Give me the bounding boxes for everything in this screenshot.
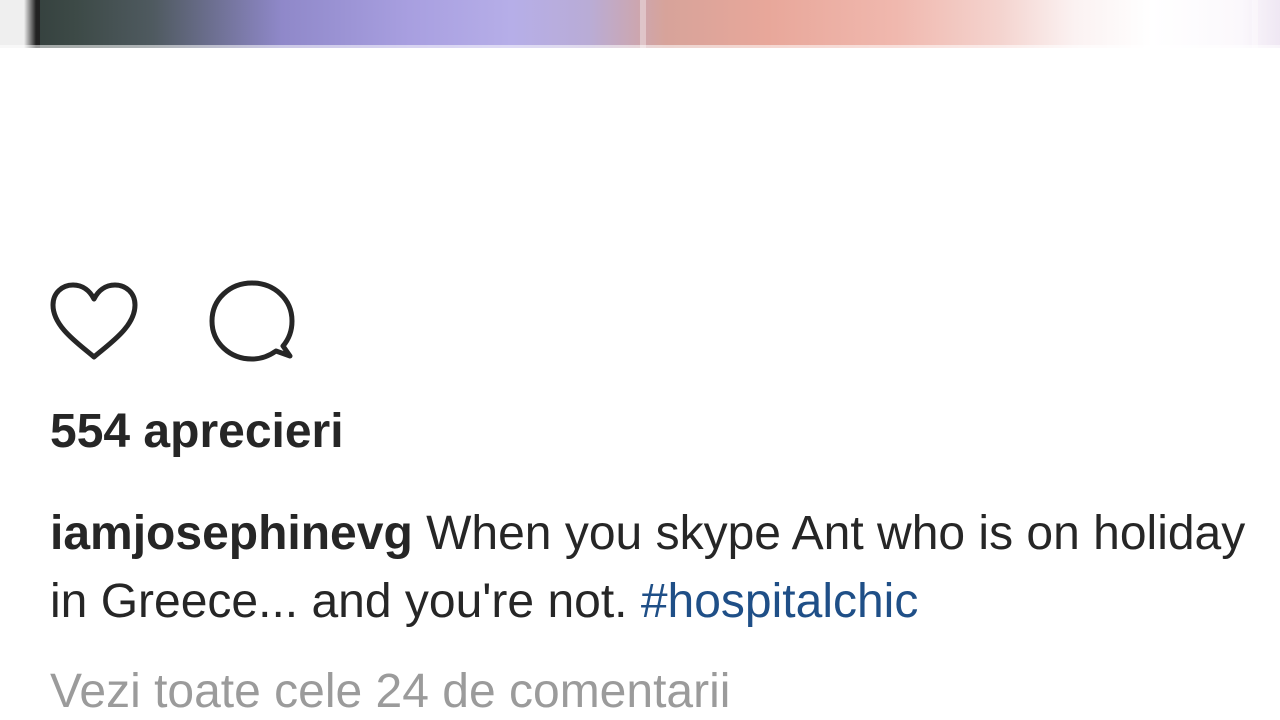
post-photo-edge — [0, 45, 1280, 48]
heart-outline-icon — [50, 282, 138, 360]
caption-hashtag[interactable]: #hospitalchic — [641, 575, 919, 628]
view-all-comments-link[interactable]: Vezi toate cele 24 de comentarii — [50, 662, 730, 720]
post-photo-highlight — [640, 0, 646, 48]
comment-button[interactable] — [206, 278, 298, 364]
post-caption: iamjosephinevg When you skype Ant who is… — [50, 500, 1265, 636]
speech-bubble-icon — [209, 280, 295, 362]
post-photo-shadow — [0, 0, 40, 48]
like-button[interactable] — [48, 278, 140, 364]
post-photo[interactable] — [0, 0, 1280, 48]
likes-count[interactable]: 554 aprecieri — [50, 402, 344, 462]
caption-username[interactable]: iamjosephinevg — [50, 507, 413, 560]
post-action-bar — [48, 278, 298, 364]
post-photo-highlight — [1252, 0, 1258, 48]
instagram-post: 554 aprecieri iamjosephinevg When you sk… — [0, 0, 1280, 720]
